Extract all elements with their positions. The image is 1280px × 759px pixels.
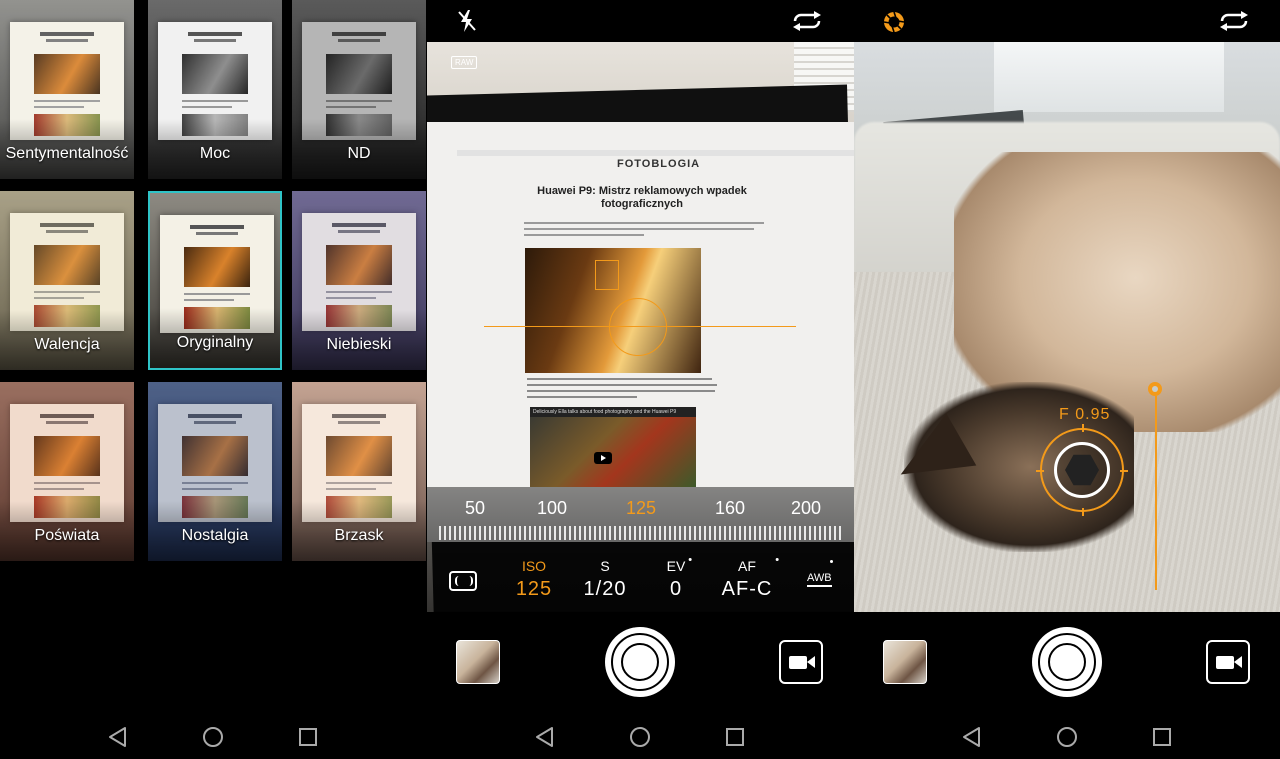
filter-tile[interactable]: Nostalgia — [148, 382, 282, 561]
navigation-bar — [0, 712, 427, 759]
viewfinder[interactable]: RAW FOTOBLOGIA Huawei P9: Mistrz reklamo… — [427, 0, 854, 612]
site-logo: FOTOBLOGIA — [617, 158, 701, 170]
pro-param-ev[interactable]: EV 0 — [666, 558, 692, 601]
iso-scale-value[interactable]: 125 — [626, 498, 656, 519]
filter-label: Walencja — [34, 336, 100, 353]
back-icon[interactable] — [962, 726, 982, 748]
awb-indicator-dot — [830, 560, 833, 563]
iso-scale-value[interactable]: 50 — [465, 498, 485, 519]
article-body — [527, 378, 727, 398]
video-title: Deliciously Ella talks about food photog… — [530, 407, 696, 417]
article-lead — [524, 222, 774, 236]
pro-param-s[interactable]: S 1/20 — [584, 558, 627, 601]
browser-bar — [457, 150, 854, 156]
pro-param-key: S — [600, 558, 610, 574]
background-window — [994, 42, 1224, 112]
home-icon[interactable] — [1057, 727, 1077, 747]
filter-label: Brzask — [334, 527, 384, 544]
filter-tile[interactable]: Sentymentalność — [0, 0, 134, 179]
focus-circle — [609, 298, 667, 356]
iso-scale[interactable]: 50 100 125 160 200 — [427, 498, 854, 522]
viewfinder[interactable]: F 0.95 — [854, 0, 1280, 612]
recent-apps-icon[interactable] — [726, 728, 744, 746]
pro-param-key: EV — [666, 558, 686, 574]
home-icon[interactable] — [203, 727, 223, 747]
back-icon[interactable] — [535, 726, 555, 748]
pro-param-value: AF-C — [721, 578, 773, 600]
filter-label: Niebieski — [326, 336, 392, 353]
gallery-thumbnail[interactable] — [883, 640, 927, 684]
back-icon[interactable] — [108, 726, 128, 748]
filter-label: Sentymentalność — [5, 145, 129, 162]
pro-camera-panel: RAW FOTOBLOGIA Huawei P9: Mistrz reklamo… — [427, 0, 854, 759]
camera-controls — [854, 612, 1280, 712]
filter-label: Oryginalny — [176, 334, 254, 351]
iso-scale-value[interactable]: 200 — [791, 498, 821, 519]
gallery-thumbnail[interactable] — [456, 640, 500, 684]
aperture-slider[interactable] — [1155, 396, 1157, 590]
shutter-button[interactable] — [1032, 627, 1102, 697]
pro-param-value: 0 — [669, 578, 683, 600]
pro-param-iso[interactable]: ISO 125 — [516, 558, 552, 601]
face-detection-box — [595, 260, 619, 290]
video-thumbnail — [530, 417, 696, 487]
aperture-blades-icon — [1054, 442, 1110, 498]
aperture-camera-panel: F 0.95 — [854, 0, 1280, 759]
navigation-bar — [427, 712, 854, 759]
pro-param-af[interactable]: AF AF-C — [721, 558, 779, 601]
filter-label: Nostalgia — [181, 527, 249, 544]
camera-controls — [427, 612, 854, 712]
filter-tile[interactable]: Walencja — [0, 191, 134, 370]
pro-param-key: ISO — [521, 558, 547, 574]
pro-param-value: 1/20 — [583, 578, 627, 600]
pro-param-value: 125 — [515, 578, 553, 600]
filter-label: Poświata — [34, 527, 100, 544]
iso-scale-value[interactable]: 160 — [715, 498, 745, 519]
filter-label: ND — [347, 145, 371, 162]
shutter-button[interactable] — [605, 627, 675, 697]
filter-tile[interactable]: ND — [292, 0, 426, 179]
video-icon — [789, 656, 807, 669]
aperture-value: F 0.95 — [1059, 406, 1111, 423]
filter-tile[interactable]: Niebieski — [292, 191, 426, 370]
pro-params: ISO 125 S 1/20 EV 0 AF AF-C — [427, 558, 854, 608]
navigation-bar — [854, 712, 1280, 759]
filter-label: Moc — [199, 145, 231, 162]
filter-tile[interactable]: Oryginalny — [148, 191, 282, 370]
iso-scale-value[interactable]: 100 — [537, 498, 567, 519]
awb-button[interactable]: AWB — [807, 572, 832, 587]
param-indicator-dot — [775, 558, 779, 561]
home-icon[interactable] — [630, 727, 650, 747]
filter-tile[interactable]: Poświata — [0, 382, 134, 561]
video-button[interactable] — [779, 640, 823, 684]
article-title: Huawei P9: Mistrz reklamowych wpadek fot… — [537, 185, 747, 210]
video-button[interactable] — [1206, 640, 1250, 684]
aperture-focus-ring[interactable] — [1036, 424, 1128, 516]
filters-panel: Sentymentalność Moc ND Walencja Oryginalny Ni… — [0, 0, 427, 759]
aperture-slider-handle[interactable] — [1148, 382, 1162, 396]
play-icon — [594, 452, 612, 464]
filter-tile[interactable]: Moc — [148, 0, 282, 179]
video-icon — [1216, 656, 1234, 669]
recent-apps-icon[interactable] — [1153, 728, 1171, 746]
scale-ticks[interactable] — [439, 526, 842, 540]
raw-badge: RAW — [451, 56, 478, 69]
filter-tile[interactable]: Brzask — [292, 382, 426, 561]
recent-apps-icon[interactable] — [299, 728, 317, 746]
pro-param-key: AF — [738, 558, 756, 574]
param-indicator-dot — [688, 558, 692, 561]
